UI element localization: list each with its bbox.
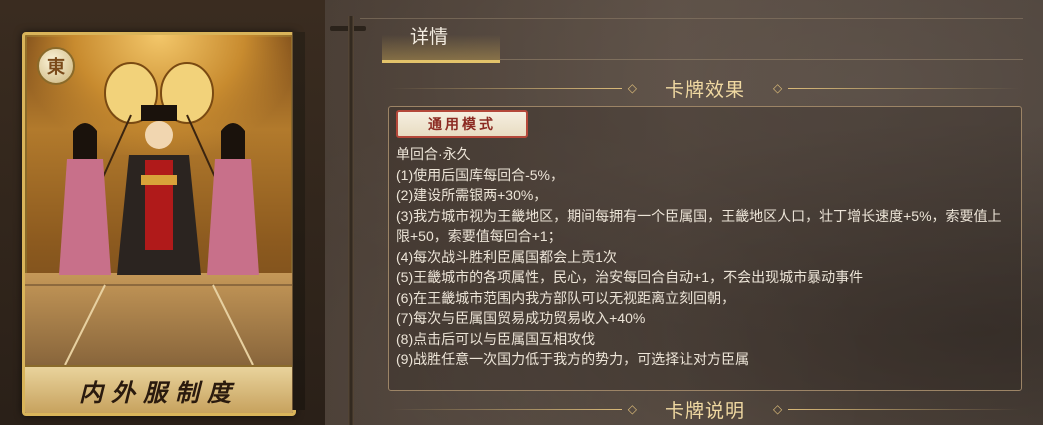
card-title-banner: 内外服制度	[25, 365, 293, 413]
header-line-right	[788, 408, 1021, 410]
rarity-glyph: 東	[47, 57, 65, 78]
card-frame[interactable]: 東 内外服制度	[22, 32, 296, 416]
effect-line: (9)战胜任意一次国力低于我方的势力，可选择让对方臣属	[396, 351, 750, 367]
header-line-right	[788, 87, 1021, 89]
ornament-icon: ◇	[773, 402, 783, 416]
card-illustration	[25, 62, 293, 366]
effect-line: (3)我方城市视为王畿地区，期间每拥有一个臣属国，王畿地区人口，壮丁增长速度+5…	[396, 207, 1002, 245]
card-panel: 東 内外服制度	[0, 0, 325, 425]
tab-details-label[interactable]: 详情	[410, 22, 448, 49]
section-header-effect: ◇ 卡牌效果 ◇	[390, 73, 1021, 103]
effect-line: 单回合·永久	[396, 146, 471, 162]
ornament-icon: ◇	[773, 81, 783, 95]
effect-line: (2)建设所需银两+30%，	[396, 187, 548, 203]
effect-text: 单回合·永久 (1)使用后国库每回合-5%， (2)建设所需银两+30%， (3…	[396, 144, 1011, 370]
effect-line: (4)每次战斗胜利臣属国都会上贡1次	[396, 248, 617, 265]
effect-line: (7)每次与臣属国贸易成功贸易收入+40%	[396, 310, 646, 326]
effect-line: (8)点击后可以与臣属国互相攻伐	[396, 330, 596, 347]
header-line-left	[390, 87, 622, 89]
ornament-icon: ◇	[627, 81, 637, 95]
mode-badge-label: 通用模式	[428, 117, 496, 133]
section-title-effect: 卡牌效果	[665, 79, 746, 101]
effect-line: (1)使用后国库每回合-5%，	[396, 166, 565, 183]
effect-line: (6)在王畿城市范围内我方部队可以无视距离立刻回朝，	[396, 289, 736, 306]
mode-badge: 通用模式	[396, 110, 528, 138]
section-title-description: 卡牌说明	[665, 400, 746, 422]
ornament-icon: ◇	[627, 402, 637, 416]
tab-underline	[500, 59, 1023, 60]
section-header-description: ◇ 卡牌说明 ◇	[390, 394, 1021, 424]
card-side-strip	[292, 32, 305, 410]
card-title: 内外服制度	[79, 377, 239, 407]
decorative-pole	[348, 16, 354, 425]
effect-line: (5)王畿城市的各项属性，民心，治安每回合自动+1，不会出现城市暴动事件	[396, 269, 864, 285]
header-line-left	[390, 408, 622, 410]
rarity-badge: 東	[37, 47, 75, 85]
